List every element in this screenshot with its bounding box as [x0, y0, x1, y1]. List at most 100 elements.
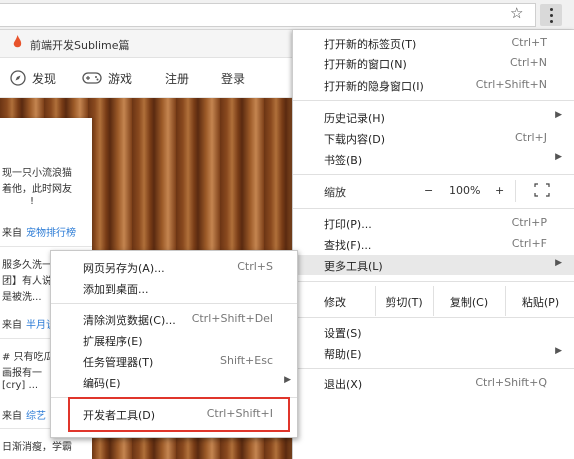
- menu-shortcut: Shift+Esc: [220, 354, 273, 367]
- feed-text: !: [30, 196, 35, 207]
- menu-divider: [293, 174, 574, 175]
- zoom-divider: [515, 180, 516, 202]
- paste-button[interactable]: 粘贴(P): [506, 288, 574, 314]
- menu-settings[interactable]: 设置(S): [293, 322, 574, 342]
- menu-downloads[interactable]: 下载内容(D) Ctrl+J: [293, 128, 574, 148]
- feed-text: 现一只小流浪猫: [2, 168, 72, 179]
- chevron-right-icon: ▶: [555, 346, 562, 356]
- menu-find[interactable]: 查找(F)... Ctrl+F: [293, 234, 574, 254]
- address-bar[interactable]: [0, 3, 536, 27]
- compass-icon: [10, 70, 26, 86]
- copy-button[interactable]: 复制(C): [434, 288, 504, 314]
- menu-new-tab[interactable]: 打开新的标签页(T) Ctrl+T: [293, 33, 574, 53]
- feed-text: 服多久洗一: [2, 260, 52, 271]
- chevron-right-icon: ▶: [284, 375, 291, 385]
- menu-label: 打开新的窗口(N): [324, 58, 407, 71]
- menu-label: 历史记录(H): [324, 112, 385, 125]
- menu-task-manager[interactable]: 任务管理器(T) Shift+Esc: [51, 351, 297, 371]
- menu-shortcut: Ctrl+S: [237, 260, 273, 273]
- menu-label: 打开新的隐身窗口(I): [324, 80, 424, 93]
- zoom-level: 100%: [449, 184, 481, 197]
- menu-shortcut: Ctrl+J: [514, 131, 547, 144]
- feed-source-link[interactable]: 综艺: [26, 407, 46, 422]
- menu-label: 设置(S): [324, 327, 362, 340]
- menu-clear-browsing-data[interactable]: 清除浏览数据(C)... Ctrl+Shift+Del: [51, 309, 297, 329]
- feed-text: 是被洗...: [2, 292, 42, 303]
- chevron-right-icon: ▶: [555, 152, 562, 162]
- menu-shortcut: Ctrl+Shift+N: [475, 78, 547, 91]
- feed-source-link[interactable]: 宠物排行榜: [26, 224, 76, 239]
- menu-divider: [293, 281, 574, 282]
- menu-label: 打印(P)...: [324, 218, 372, 231]
- feed-source-prefix: 来自: [2, 320, 22, 331]
- browser-toolbar: ☆: [0, 0, 574, 30]
- feed-text: 着他，此时网友: [2, 184, 72, 195]
- register-link[interactable]: 注册: [165, 70, 189, 87]
- menu-help[interactable]: 帮助(E) ▶: [293, 343, 574, 363]
- menu-label: 扩展程序(E): [83, 335, 143, 348]
- page-tab-strip: 前端开发Sublime篇: [0, 30, 300, 58]
- feed-text: 团】有人说: [2, 276, 52, 287]
- menu-exit[interactable]: 退出(X) Ctrl+Shift+Q: [293, 373, 574, 393]
- menu-label: 网页另存为(A)...: [83, 262, 165, 275]
- menu-add-to-desktop[interactable]: 添加到桌面...: [51, 278, 297, 298]
- fullscreen-icon[interactable]: [534, 183, 550, 197]
- page-tab-title[interactable]: 前端开发Sublime篇: [30, 37, 130, 53]
- menu-encoding[interactable]: 编码(E) ▶: [51, 372, 297, 392]
- feed-text: # 只有吃瓜: [2, 352, 54, 363]
- chevron-right-icon: ▶: [555, 110, 562, 120]
- nav-games[interactable]: 游戏: [108, 70, 132, 87]
- menu-more-tools[interactable]: 更多工具(L) ▶: [293, 255, 574, 275]
- menu-shortcut: Ctrl+N: [509, 56, 547, 69]
- menu-shortcut: Ctrl+Shift+Del: [191, 312, 273, 325]
- chevron-right-icon: ▶: [555, 258, 562, 268]
- menu-label: 帮助(E): [324, 348, 362, 361]
- menu-label: 打开新的标签页(T): [324, 38, 417, 51]
- menu-shortcut: Ctrl+F: [511, 237, 547, 250]
- menu-label: 书签(B): [324, 154, 363, 167]
- menu-extensions[interactable]: 扩展程序(E): [51, 330, 297, 350]
- flame-icon: [13, 35, 22, 48]
- menu-label: 查找(F)...: [324, 239, 372, 252]
- nav-discover[interactable]: 发现: [32, 70, 56, 87]
- gamepad-icon: [82, 72, 102, 84]
- edit-label: 修改: [324, 296, 346, 309]
- menu-divider: [293, 100, 574, 101]
- chrome-main-menu: 打开新的标签页(T) Ctrl+T 打开新的窗口(N) Ctrl+N 打开新的隐…: [292, 30, 574, 459]
- menu-label: 清除浏览数据(C)...: [83, 314, 176, 327]
- menu-new-window[interactable]: 打开新的窗口(N) Ctrl+N: [293, 53, 574, 73]
- menu-shortcut: Ctrl+Shift+Q: [475, 376, 547, 389]
- menu-bookmarks[interactable]: 书签(B) ▶: [293, 149, 574, 169]
- menu-label: 下载内容(D): [324, 133, 386, 146]
- menu-divider: [51, 303, 297, 304]
- feed-source-prefix: 来自: [2, 411, 22, 422]
- menu-divider: [293, 208, 574, 209]
- zoom-label: 缩放: [324, 186, 346, 199]
- annotation-highlight-box: [68, 397, 290, 432]
- feed-source-prefix: 来自: [2, 228, 22, 239]
- menu-label: 编码(E): [83, 377, 121, 390]
- menu-divider: [293, 368, 574, 369]
- vertical-dots-icon[interactable]: [540, 4, 562, 26]
- menu-divider: [293, 317, 574, 318]
- menu-label: 退出(X): [324, 378, 363, 391]
- divider: [0, 246, 92, 247]
- zoom-in-button[interactable]: +: [495, 184, 504, 197]
- menu-new-incognito[interactable]: 打开新的隐身窗口(I) Ctrl+Shift+N: [293, 75, 574, 95]
- feed-text: 日渐消瘦，学霸: [2, 442, 72, 453]
- menu-label: 更多工具(L): [324, 260, 383, 273]
- menu-label: 任务管理器(T): [83, 356, 154, 369]
- menu-history[interactable]: 历史记录(H) ▶: [293, 107, 574, 127]
- login-link[interactable]: 登录: [221, 70, 245, 87]
- cut-button[interactable]: 剪切(T): [376, 288, 432, 314]
- menu-shortcut: Ctrl+P: [511, 216, 547, 229]
- feed-text: 画报有一: [2, 368, 42, 379]
- menu-shortcut: Ctrl+T: [511, 36, 547, 49]
- zoom-out-button[interactable]: −: [424, 184, 433, 197]
- menu-print[interactable]: 打印(P)... Ctrl+P: [293, 213, 574, 233]
- menu-save-as[interactable]: 网页另存为(A)... Ctrl+S: [51, 257, 297, 277]
- site-navbar: 发现 游戏 注册 登录: [0, 58, 300, 98]
- feed-text: [cry] ...: [2, 380, 39, 391]
- star-icon[interactable]: ☆: [510, 4, 523, 22]
- menu-label: 添加到桌面...: [83, 283, 149, 296]
